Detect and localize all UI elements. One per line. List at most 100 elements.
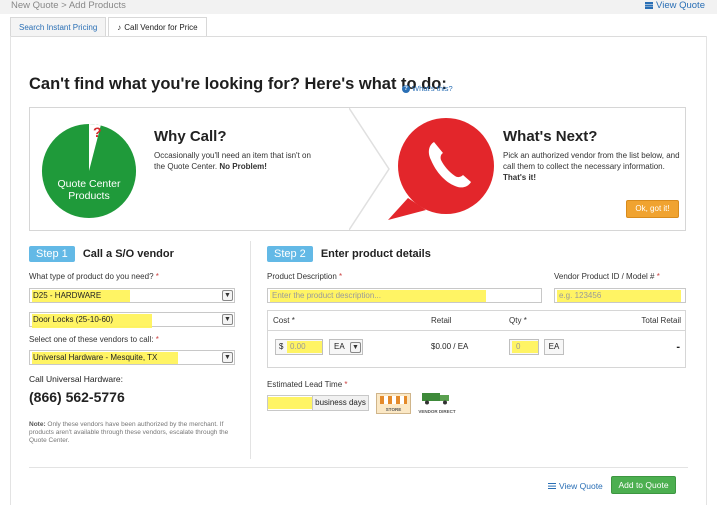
- required-mark: *: [155, 272, 159, 281]
- step2-header: Step 2 Enter product details: [267, 246, 431, 262]
- panel-border-right: [706, 36, 707, 505]
- panel-border-left: [10, 36, 11, 505]
- phone-icon: ♪: [117, 23, 122, 32]
- required-mark: *: [339, 272, 343, 281]
- chevron-down-icon: ▼: [222, 314, 233, 325]
- instructions-banner: ? Quote Center Products Why Call? Occasi…: [29, 107, 686, 231]
- whats-next-title: What's Next?: [503, 128, 598, 145]
- cost-value: 0.00: [290, 342, 306, 351]
- product-type-value: D25 - HARDWARE: [33, 291, 102, 300]
- add-to-quote-button[interactable]: Add to Quote: [611, 476, 676, 494]
- tab-label: Call Vendor for Price: [124, 23, 198, 32]
- chevron-down-icon: ▼: [350, 342, 361, 353]
- footer-divider: [29, 467, 688, 468]
- lead-time-label: Estimated Lead Time *: [267, 380, 348, 389]
- step1-header: Step 1 Call a S/O vendor: [29, 246, 174, 262]
- note-text: Only these vendors have been authorized …: [29, 421, 229, 444]
- vendor-select-label: Select one of these vendors to call: *: [29, 335, 159, 344]
- required-mark: *: [523, 316, 527, 325]
- vendor-label-text: Select one of these vendors to call:: [29, 335, 154, 344]
- info-icon: ?: [402, 84, 410, 93]
- lead-time-unit: business days: [312, 396, 368, 410]
- breadcrumb: New Quote > Add Products: [11, 0, 126, 11]
- lead-time-input[interactable]: business days: [267, 395, 369, 411]
- truck-icon: [422, 393, 449, 405]
- tab-bar: Search Instant Pricing ♪ Call Vendor for …: [10, 17, 207, 36]
- qty-header-text: Qty: [509, 316, 522, 325]
- product-type-label: What type of product do you need? *: [29, 272, 159, 281]
- tab-search-instant-pricing[interactable]: Search Instant Pricing: [10, 17, 107, 36]
- pie-label-line1: Quote Center: [57, 178, 121, 190]
- store-icon[interactable]: STORE: [376, 393, 411, 414]
- pie-label-line2: Products: [68, 190, 110, 202]
- subcategory-select[interactable]: Door Locks (25-10-60) ▼: [29, 312, 235, 328]
- product-description-input[interactable]: Enter the product description...: [267, 288, 542, 303]
- cost-input[interactable]: $ 0.00: [275, 339, 323, 355]
- why-call-text: Occasionally you'll need an item that is…: [154, 150, 324, 172]
- why-call-title: Why Call?: [154, 128, 227, 145]
- currency-symbol: $: [279, 342, 284, 351]
- tab-divider: [10, 36, 707, 37]
- vendor-value: Universal Hardware - Mesquite, TX: [33, 353, 158, 362]
- qty-input[interactable]: 0: [509, 339, 539, 355]
- tab-call-vendor[interactable]: ♪ Call Vendor for Price: [108, 17, 207, 36]
- product-description-label: Product Description *: [267, 272, 342, 281]
- store-label: STORE: [385, 407, 402, 412]
- view-quote-link-bottom[interactable]: View Quote: [548, 481, 603, 491]
- view-quote-link-top[interactable]: View Quote: [645, 0, 705, 11]
- subcategory-value: Door Locks (25-10-60): [33, 315, 114, 324]
- unit-select[interactable]: EA ▼: [329, 339, 363, 355]
- retail-value: $0.00 / EA: [431, 342, 469, 351]
- desc-label-text: Product Description: [267, 272, 337, 281]
- column-divider: [250, 241, 251, 459]
- whats-next-text: Pick an authorized vendor from the list …: [503, 150, 681, 183]
- vendor-select[interactable]: Universal Hardware - Mesquite, TX ▼: [29, 350, 235, 365]
- required-mark: *: [344, 380, 348, 389]
- ok-got-it-button[interactable]: Ok, got it!: [626, 200, 679, 218]
- qty-value: 0: [516, 342, 521, 351]
- product-type-select[interactable]: D25 - HARDWARE ▼: [29, 288, 235, 303]
- qty-header: Qty *: [509, 316, 527, 325]
- call-vendor-label: Call Universal Hardware:: [29, 374, 124, 384]
- whats-this-label: What's this?: [412, 84, 453, 93]
- vendor-id-placeholder: e.g. 123456: [559, 291, 602, 300]
- view-quote-label: View Quote: [559, 481, 603, 491]
- chevron-down-icon: ▼: [222, 290, 233, 301]
- question-mark-icon: ?: [93, 124, 102, 140]
- required-mark: *: [291, 316, 295, 325]
- total-retail-header: Total Retail: [641, 316, 681, 325]
- vendor-product-id-label: Vendor Product ID / Model # *: [554, 272, 660, 281]
- qty-unit: EA: [544, 339, 564, 355]
- why-call-bold: No Problem!: [219, 162, 267, 171]
- step1-badge: Step 1: [29, 246, 75, 262]
- vendor-id-label-text: Vendor Product ID / Model #: [554, 272, 655, 281]
- cost-header: Cost *: [273, 316, 295, 325]
- whats-this-link[interactable]: ? What's this?: [402, 84, 453, 93]
- store-awning: [380, 396, 407, 404]
- lead-time-label-text: Estimated Lead Time: [267, 380, 343, 389]
- vendor-direct-label: VENDOR DIRECT: [418, 409, 456, 414]
- view-quote-label: View Quote: [656, 0, 705, 11]
- step2-title: Enter product details: [320, 248, 431, 260]
- cost-header-text: Cost: [273, 316, 290, 325]
- page-title: Can't find what you're looking for? Here…: [29, 75, 447, 93]
- vendor-product-id-input[interactable]: e.g. 123456: [554, 288, 686, 303]
- step2-badge: Step 2: [267, 246, 313, 262]
- list-icon: [548, 482, 556, 490]
- pricing-header-row: [268, 311, 685, 331]
- highlight: [268, 397, 312, 409]
- required-mark: *: [656, 272, 660, 281]
- retail-header: Retail: [431, 316, 452, 325]
- required-mark: *: [155, 335, 159, 344]
- pie-chart-icon: [41, 123, 137, 219]
- whats-next-body: Pick an authorized vendor from the list …: [503, 151, 680, 171]
- pie-label: Quote Center Products: [40, 178, 138, 202]
- desc-placeholder: Enter the product description...: [272, 291, 381, 300]
- vendor-phone-number: (866) 562-5776: [29, 389, 125, 405]
- vendor-direct-icon[interactable]: VENDOR DIRECT: [417, 391, 457, 414]
- step1-title: Call a S/O vendor: [82, 248, 174, 260]
- chevron-down-icon: ▼: [222, 352, 233, 363]
- total-retail-value: -: [676, 341, 680, 353]
- pricing-table: Cost * Retail Qty * Total Retail $ 0.00 …: [267, 310, 686, 368]
- vendor-note: Note: Only these vendors have been autho…: [29, 421, 239, 445]
